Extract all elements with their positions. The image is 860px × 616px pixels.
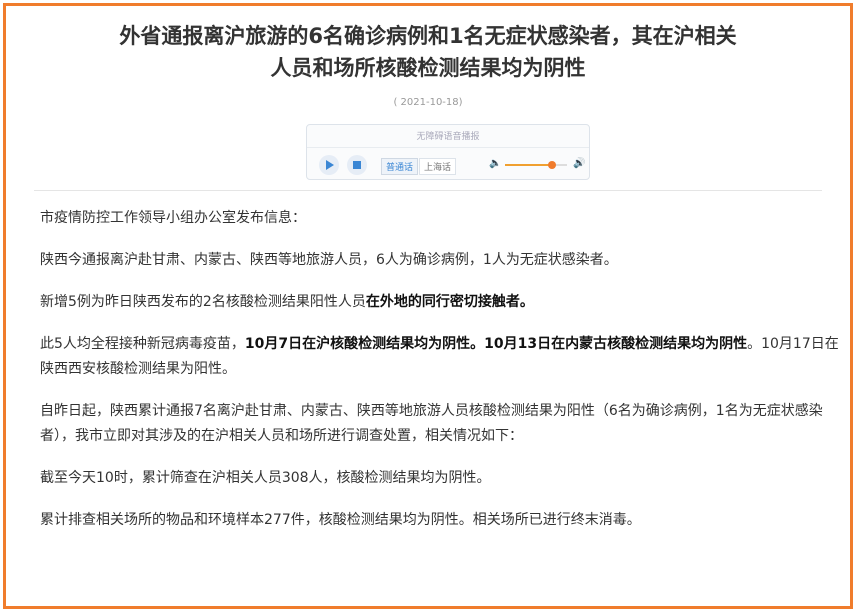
title-line-1: 外省通报离沪旅游的6名确诊病例和1名无症状感染者，其在沪相关 — [119, 24, 737, 48]
stop-button[interactable] — [347, 155, 367, 175]
volume-low-icon: 🔈 — [489, 158, 502, 169]
article-title: 外省通报离沪旅游的6名确诊病例和1名无症状感染者，其在沪相关 人员和场所核酸检测… — [6, 20, 850, 84]
paragraph-text: 截至今天10时，累计筛查在沪相关人员308人，核酸检测结果均为阴性。 — [40, 470, 491, 486]
paragraph-6: 截至今天10时，累计筛查在沪相关人员308人，核酸检测结果均为阴性。 — [40, 466, 840, 491]
paragraph-1: 市疫情防控工作领导小组办公室发布信息： — [40, 206, 840, 231]
paragraph-bold-text: 在外地的同行密切接触者。 — [365, 294, 534, 310]
mandarin-tab[interactable]: 普通话 — [381, 158, 419, 175]
paragraph-2: 陕西今通报离沪赴甘肃、内蒙古、陕西等地旅游人员，6人为确诊病例，1人为无症状感染… — [40, 248, 840, 273]
article-body: 市疫情防控工作领导小组办公室发布信息： 陕西今通报离沪赴甘肃、内蒙古、陕西等地旅… — [40, 206, 840, 550]
title-line-2: 人员和场所核酸检测结果均为阴性 — [270, 56, 586, 80]
content-divider — [34, 190, 822, 191]
paragraph-text: 新增5例为昨日陕西发布的2名核酸检测结果阳性人员 — [40, 294, 366, 310]
player-divider — [307, 147, 589, 148]
article-frame: 外省通报离沪旅游的6名确诊病例和1名无症状感染者，其在沪相关 人员和场所核酸检测… — [3, 3, 853, 609]
paragraph-5: 自昨日起，陕西累计通报7名离沪赴甘肃、内蒙古、陕西等地旅游人员核酸检测结果为阳性… — [40, 399, 840, 449]
volume-knob[interactable] — [547, 161, 556, 169]
publish-date: ( 2021-10-18) — [393, 97, 463, 108]
paragraph-text: 市疫情防控工作领导小组办公室发布信息： — [40, 210, 306, 226]
paragraph-text: 此5人均全程接种新冠病毒疫苗， — [40, 336, 245, 352]
paragraph-text: 陕西今通报离沪赴甘肃、内蒙古、陕西等地旅游人员，6人为确诊病例，1人为无症状感染… — [40, 252, 618, 268]
player-heading: 无障碍语音播报 — [416, 132, 480, 142]
volume-high-icon: 🔊 — [573, 158, 586, 169]
paragraph-text: 自昨日起，陕西累计通报7名离沪赴甘肃、内蒙古、陕西等地旅游人员核酸检测结果为阳性… — [40, 403, 823, 444]
volume-fill — [505, 164, 552, 166]
play-button[interactable] — [319, 155, 339, 175]
shanghainese-tab[interactable]: 上海话 — [419, 158, 457, 175]
audio-player: 无障碍语音播报 普通话 上海话 🔈 🔊 — [306, 124, 590, 180]
paragraph-text: 累计排查相关场所的物品和环境样本277件，核酸检测结果均为阴性。相关场所已进行终… — [40, 512, 641, 528]
paragraph-7: 累计排查相关场所的物品和环境样本277件，核酸检测结果均为阴性。相关场所已进行终… — [40, 508, 840, 533]
paragraph-3: 新增5例为昨日陕西发布的2名核酸检测结果阳性人员在外地的同行密切接触者。 — [40, 290, 840, 315]
volume-slider[interactable] — [505, 161, 567, 169]
paragraph-4: 此5人均全程接种新冠病毒疫苗，10月7日在沪核酸检测结果均为阴性。10月13日在… — [40, 332, 840, 382]
paragraph-bold-text: 10月7日在沪核酸检测结果均为阴性。10月13日在内蒙古核酸检测结果均为阴性 — [244, 336, 748, 352]
